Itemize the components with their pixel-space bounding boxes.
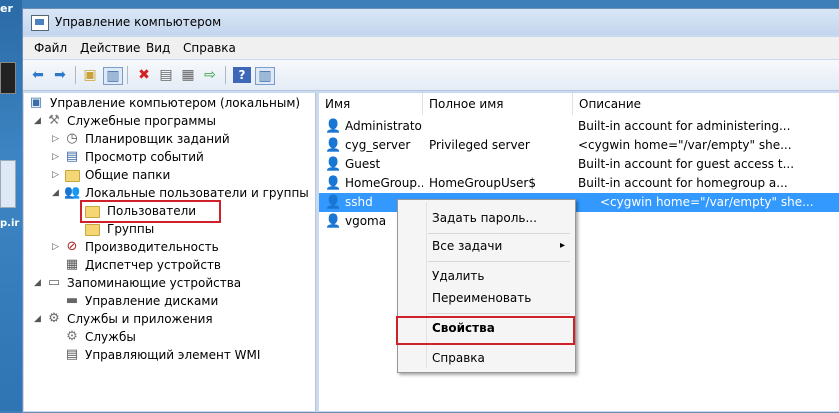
user-icon: 👤 [325, 119, 342, 134]
menu-item-delete[interactable]: Удалить [398, 266, 573, 286]
disk-icon: ▬ [65, 293, 79, 308]
user-description: Built-in account for guest access t... [578, 157, 795, 171]
refresh-icon[interactable]: ⇨ [201, 67, 219, 83]
menu-item-label: Все задачи [432, 239, 503, 253]
menu-item-rename[interactable]: Переименовать [398, 288, 573, 308]
event-viewer-icon: ▤ [65, 149, 79, 164]
user-description: Built-in account for administering... [578, 119, 791, 133]
menu-item-help[interactable]: Справка [398, 348, 573, 368]
column-header-full-name[interactable]: Полное имя [423, 93, 573, 115]
submenu-arrow-icon: ▸ [559, 240, 565, 251]
toolbar-separator [75, 66, 76, 84]
properties-icon[interactable]: ▤ [157, 67, 175, 83]
menu-bar: Файл Действие Вид Справка [23, 37, 839, 59]
user-description: Built-in account for homegroup a... [578, 176, 788, 190]
help-icon[interactable]: ? [233, 67, 251, 83]
expanded-arrow-icon[interactable]: ◢ [52, 184, 59, 202]
tree-label: Просмотр событий [85, 150, 204, 164]
column-header-description[interactable]: Описание [573, 93, 839, 115]
tree-label: Управление дисками [85, 294, 219, 308]
toolbar-separator [127, 66, 128, 84]
desktop-window-thumbnail[interactable] [0, 62, 16, 94]
console-tree: ▣ Управление компьютером (локальным) ◢ ⚒… [24, 93, 316, 411]
desktop-background: er p.ir [0, 0, 22, 411]
list-item[interactable]: 👤 HomeGroup... HomeGroupUser$ Built-in a… [319, 174, 839, 193]
user-full-name: Privileged server [429, 138, 530, 152]
user-icon: 👤 [325, 214, 342, 229]
menu-action[interactable]: Действие [80, 41, 140, 55]
services-gear-icon: ⚙ [66, 329, 78, 344]
desktop-file-icon[interactable] [0, 160, 16, 208]
column-header-name[interactable]: Имя [319, 93, 423, 115]
tree-label: Общие папки [85, 168, 171, 182]
menu-file[interactable]: Файл [34, 41, 67, 55]
computer-management-icon: ▣ [29, 95, 43, 110]
user-icon: 👤 [325, 138, 342, 153]
collapsed-arrow-icon[interactable]: ▷ [52, 166, 59, 184]
user-name: HomeGroup... [345, 176, 423, 190]
list-item[interactable]: 👤 Guest Built-in account for guest acces… [319, 155, 839, 174]
tree-label: Планировщик заданий [85, 132, 230, 146]
menu-separator [428, 233, 570, 234]
tree-label: Служебные программы [67, 114, 216, 128]
collapsed-arrow-icon[interactable]: ▷ [52, 238, 59, 256]
desktop-label-top: er [0, 2, 13, 15]
tree-label: Управляющий элемент WMI [85, 348, 261, 362]
tree-label: Группы [107, 222, 155, 236]
user-full-name: HomeGroupUser$ [429, 176, 536, 190]
wmi-icon: ▤ [65, 347, 79, 362]
show-hide-tree-icon[interactable]: ▥ [103, 67, 123, 85]
tree-label: Службы и приложения [67, 312, 213, 326]
user-name: Administrator [345, 119, 423, 133]
performance-icon: ⊘ [66, 239, 78, 254]
user-icon: 👤 [325, 195, 342, 210]
storage-icon: ▭ [47, 275, 61, 290]
collapsed-arrow-icon[interactable]: ▷ [52, 130, 59, 148]
services-apps-icon: ⚙ [48, 311, 60, 326]
user-icon: 👤 [325, 176, 342, 191]
list-item[interactable]: 👤 Administrator Built-in account for adm… [319, 117, 839, 136]
tree-label: Производительность [85, 240, 219, 254]
menu-help[interactable]: Справка [183, 41, 236, 55]
expanded-arrow-icon[interactable]: ◢ [34, 274, 41, 292]
tree-label: Управление компьютером (локальным) [50, 96, 301, 110]
user-description: <cygwin home="/var/empty" she... [578, 138, 792, 152]
title-bar[interactable]: Управление компьютером [23, 9, 839, 35]
tree-label: Диспетчер устройств [85, 258, 222, 272]
menu-view[interactable]: Вид [146, 41, 170, 55]
action-pane-icon[interactable]: ▥ [255, 67, 275, 85]
up-folder-icon[interactable]: ▣ [81, 67, 99, 83]
users-groups-icon: 👥 [64, 185, 81, 200]
toolbar-separator [225, 66, 226, 84]
expanded-arrow-icon[interactable]: ◢ [34, 310, 41, 328]
desktop-label-mid: p.ir [0, 218, 20, 229]
back-arrow-icon[interactable]: ⬅ [29, 67, 47, 83]
menu-separator [428, 313, 570, 314]
expanded-arrow-icon[interactable]: ◢ [34, 112, 41, 130]
clock-icon: ◷ [66, 131, 78, 146]
user-description: <cygwin home="/var/empty" she... [600, 195, 814, 209]
computer-management-icon [31, 15, 49, 31]
collapsed-arrow-icon[interactable]: ▷ [52, 148, 59, 166]
menu-item-all-tasks[interactable]: Все задачи ▸ [398, 236, 573, 256]
delete-icon[interactable]: ✖ [135, 67, 153, 83]
list-item[interactable]: 👤 cyg_server Privileged server <cygwin h… [319, 136, 839, 155]
window-title: Управление компьютером [55, 15, 222, 29]
context-menu: Задать пароль... Все задачи ▸ Удалить Пе… [397, 199, 576, 373]
export-icon[interactable]: ▦ [179, 67, 197, 83]
forward-arrow-icon[interactable]: ➡ [51, 67, 69, 83]
folder-icon [85, 224, 100, 236]
properties-highlight-box [396, 316, 575, 345]
tools-icon: ⚒ [48, 113, 60, 128]
tree-label: Запоминающие устройства [67, 276, 242, 290]
user-name: Guest [345, 157, 381, 171]
toolbar: ⬅ ➡ ▣ ▥ ✖ ▤ ▦ ⇨ ? ▥ [23, 60, 839, 91]
tree-label: Службы [85, 330, 136, 344]
menu-separator [428, 261, 570, 262]
shared-folder-icon [65, 170, 80, 182]
device-manager-icon: ▦ [65, 257, 79, 272]
user-icon: 👤 [325, 157, 342, 172]
menu-item-set-password[interactable]: Задать пароль... [398, 208, 573, 228]
user-name: cyg_server [345, 138, 411, 152]
